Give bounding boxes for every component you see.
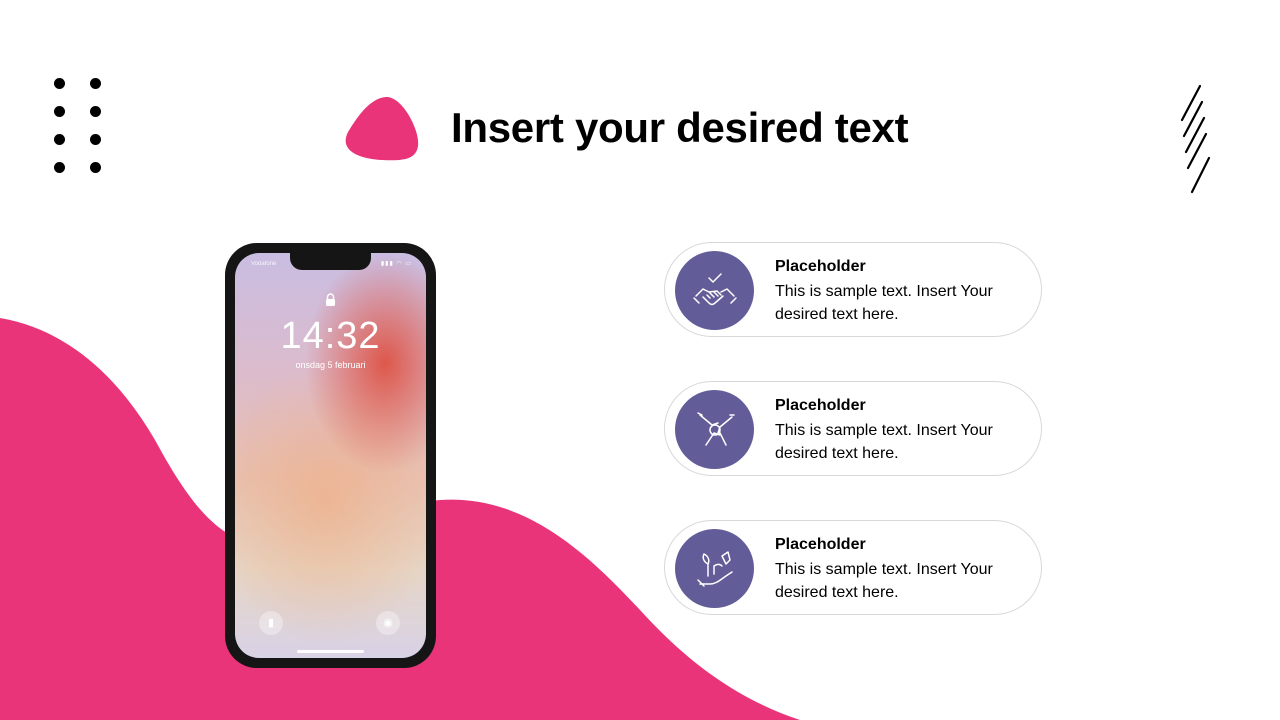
card-text: This is sample text. Insert Your desired… [775, 283, 993, 323]
phone-notch [290, 253, 371, 270]
card-title: Placeholder [775, 258, 866, 275]
status-bar-icons: ▮▮▮ ◠ ▭ [380, 261, 412, 267]
card-text: This is sample text. Insert Your desired… [775, 422, 993, 462]
feature-card: Placeholder This is sample text. Insert … [664, 381, 1042, 476]
handshake-icon [675, 251, 754, 330]
lock-icon [326, 293, 335, 306]
card-title: Placeholder [775, 536, 866, 553]
lock-screen-time: 14:32 [280, 315, 381, 357]
feature-card: Placeholder This is sample text. Insert … [664, 520, 1042, 615]
decorative-slash-lines [1180, 84, 1211, 194]
teamwork-hands-icon [675, 390, 754, 469]
card-text: This is sample text. Insert Your desired… [775, 561, 993, 601]
lock-screen-date: onsdag 5 februari [295, 360, 366, 370]
slide: Insert your desired text Vodafone ▮▮▮ ◠ … [0, 0, 1280, 720]
phone-lock-screen: Vodafone ▮▮▮ ◠ ▭ 14:32 onsdag 5 februari… [235, 253, 426, 658]
slide-title: Insert your desired text [451, 104, 909, 151]
flashlight-icon[interactable]: ▮ [259, 611, 283, 635]
smartphone-mockup: Vodafone ▮▮▮ ◠ ▭ 14:32 onsdag 5 februari… [225, 243, 436, 668]
card-title: Placeholder [775, 397, 866, 414]
home-indicator[interactable] [297, 650, 364, 653]
decorative-dots [52, 76, 112, 180]
feature-card: Placeholder This is sample text. Insert … [664, 242, 1042, 337]
pink-blob-icon [345, 96, 419, 161]
camera-icon[interactable]: ◉ [376, 611, 400, 635]
carrier-label: Vodafone [251, 261, 277, 267]
growth-plant-icon [675, 529, 754, 608]
